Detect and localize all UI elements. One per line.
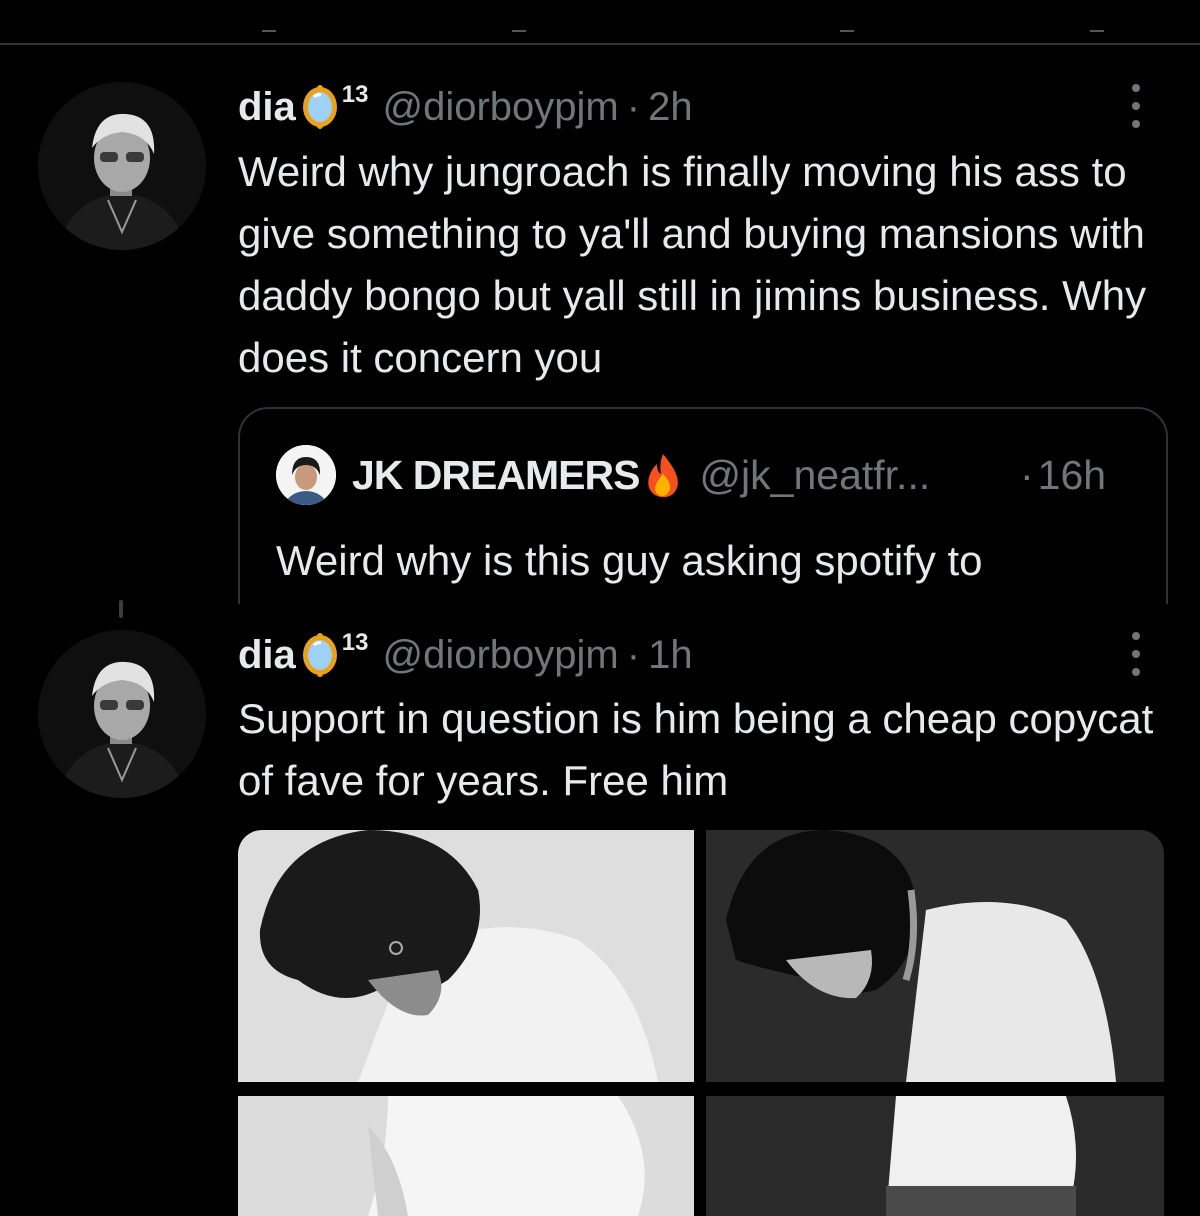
quoted-tweet-header: JK DREAMERS @jk_neatfr... bbox=[352, 449, 930, 501]
media-image[interactable] bbox=[706, 830, 1164, 1082]
timestamp[interactable]: 2h bbox=[648, 85, 693, 130]
handle: @jk_neatfr... bbox=[699, 451, 931, 498]
timestamp[interactable]: 1h bbox=[648, 633, 693, 678]
tweet[interactable]: dia 13 @diorboypjm · 2h Weird why jungro… bbox=[0, 0, 1200, 604]
tweet-text: Weird why jungroach is finally moving hi… bbox=[238, 148, 1147, 381]
tweet-text: Support in question is him being a cheap… bbox=[238, 695, 1154, 804]
time: 16h bbox=[1037, 451, 1107, 498]
quoted-tweet[interactable]: JK DREAMERS @jk_neatfr... · 16h Weird wh… bbox=[238, 407, 1168, 604]
display-name[interactable]: dia bbox=[238, 633, 296, 678]
fire-emoji-icon bbox=[643, 452, 683, 498]
mirror-emoji-icon bbox=[300, 633, 340, 677]
handle[interactable]: @diorboypjm bbox=[383, 633, 619, 678]
media-image[interactable] bbox=[706, 1096, 1164, 1216]
tweet-header: dia 13 @diorboypjm · 2h bbox=[238, 81, 693, 132]
more-options-icon[interactable] bbox=[1126, 632, 1146, 676]
more-options-icon[interactable] bbox=[1126, 84, 1146, 128]
mirror-emoji-icon bbox=[300, 85, 340, 129]
timestamp: · 16h bbox=[1020, 449, 1106, 501]
media-image[interactable] bbox=[238, 830, 694, 1082]
badge-number: 13 bbox=[341, 629, 369, 656]
display-name: JK DREAMERS bbox=[352, 451, 640, 498]
avatar bbox=[276, 445, 336, 505]
handle[interactable]: @diorboypjm bbox=[383, 85, 619, 130]
separator: · bbox=[626, 84, 641, 129]
media-image[interactable] bbox=[238, 1096, 694, 1216]
avatar[interactable] bbox=[38, 82, 206, 250]
separator: · bbox=[626, 632, 641, 677]
badge-number: 13 bbox=[341, 81, 369, 108]
media-grid bbox=[238, 830, 1164, 1216]
avatar[interactable] bbox=[38, 630, 206, 798]
quoted-tweet-text: Weird why is this guy asking spotify to bbox=[276, 537, 983, 584]
tweet-header: dia 13 @diorboypjm · 1h bbox=[238, 629, 693, 680]
separator: · bbox=[1020, 451, 1034, 498]
display-name[interactable]: dia bbox=[238, 85, 296, 130]
